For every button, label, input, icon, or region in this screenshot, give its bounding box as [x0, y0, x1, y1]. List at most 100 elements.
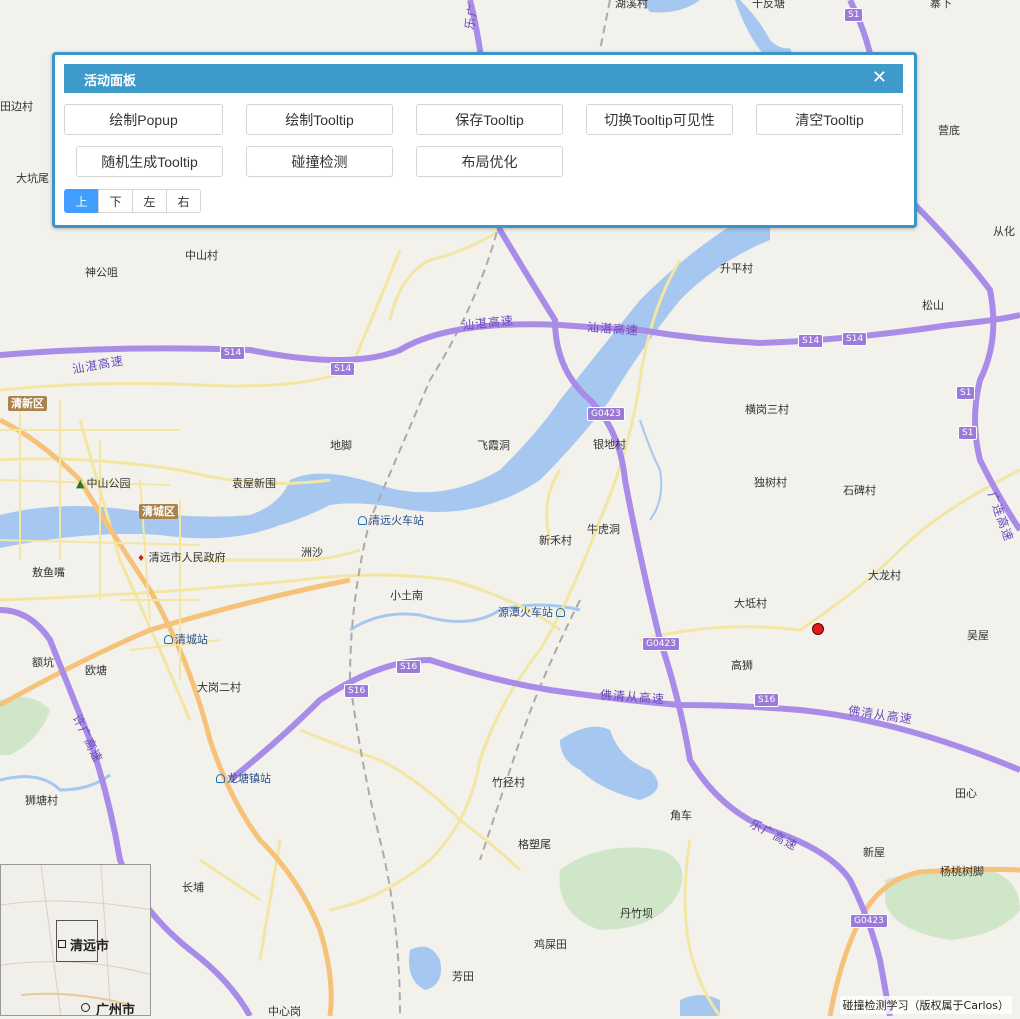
random-tooltip-button[interactable]: 随机生成Tooltip: [76, 146, 223, 177]
place-label: 长埔: [182, 881, 204, 894]
place-label: 地脚: [330, 439, 352, 452]
toggle-tooltip-visibility-button[interactable]: 切换Tooltip可见性: [586, 104, 733, 135]
place-label: 神公咀: [85, 266, 118, 279]
place-label: 吴屋: [967, 629, 989, 642]
green-area: [0, 696, 50, 755]
overview-city-name: 清远市: [70, 939, 110, 954]
green-area: [885, 868, 1020, 940]
collision-detect-button[interactable]: 碰撞检测: [246, 146, 393, 177]
river: [0, 210, 770, 548]
activity-panel: 活动面板 ✕ 绘制Popup 绘制Tooltip 保存Tooltip 切换Too…: [52, 52, 917, 228]
park-label: ▲ 中山公园: [76, 477, 130, 491]
direction-toggle-group: 上 下 左 右: [64, 189, 201, 213]
place-label: 田边村: [0, 100, 33, 113]
river: [640, 0, 700, 13]
place-label: 横岗三村: [745, 403, 789, 416]
station-label: 清远火车站: [358, 514, 424, 528]
place-label: 角车: [670, 809, 692, 822]
road-shield: S14: [220, 346, 246, 360]
panel-header: 活动面板 ✕: [64, 64, 903, 93]
place-label: 欧塘: [85, 664, 107, 677]
train-station-icon: [556, 608, 565, 617]
tree-icon: ▲: [76, 477, 85, 490]
place-label-text: 清远市人民政府: [148, 551, 226, 564]
station-label: 龙塘镇站: [216, 772, 271, 786]
place-label: 独树村: [754, 476, 787, 489]
road-shield: S1: [844, 8, 864, 22]
district-badge: 清城区: [139, 504, 178, 519]
place-label: 小土南: [390, 589, 423, 602]
place-label: 大岗二村: [197, 681, 241, 694]
place-label: 从化: [993, 225, 1015, 238]
draw-tooltip-button[interactable]: 绘制Tooltip: [246, 104, 393, 135]
place-label: 寨下: [930, 0, 952, 10]
place-label: 大龙村: [868, 569, 901, 582]
place-label: 鸡屎田: [534, 938, 567, 951]
place-label: 升平村: [720, 262, 753, 275]
direction-left-button[interactable]: 左: [132, 189, 167, 213]
place-label: ♦ 清远市人民政府: [137, 551, 226, 564]
place-label: 敖鱼嘴: [32, 566, 65, 579]
station-name: 清城站: [175, 633, 208, 646]
panel-title: 活动面板: [84, 74, 137, 89]
clear-tooltip-button[interactable]: 清空Tooltip: [756, 104, 903, 135]
place-label: 大坑尾: [16, 172, 49, 185]
park-name: 中山公园: [86, 477, 131, 490]
overview-city-label: 广州市: [81, 999, 136, 1016]
place-label: 芳田: [452, 970, 474, 983]
place-label: 湖溪村: [615, 0, 648, 10]
station-label: 源潭火车站: [498, 606, 567, 620]
direction-up-button[interactable]: 上: [64, 189, 99, 213]
road-shield: G0423: [587, 407, 625, 421]
location-marker[interactable]: [812, 623, 824, 635]
road-shield: S14: [842, 332, 868, 346]
place-label: 丹竹坝: [620, 907, 653, 920]
city-square-icon: [58, 940, 66, 948]
place-label: 松山: [922, 299, 944, 312]
place-label: 营底: [938, 124, 960, 137]
draw-popup-button[interactable]: 绘制Popup: [64, 104, 223, 135]
close-icon[interactable]: ✕: [872, 67, 887, 88]
place-label: 银地村: [593, 438, 626, 451]
overview-city-name: 广州市: [96, 1003, 136, 1016]
overview-city-label: 清远市: [58, 935, 109, 954]
place-label: 高狮: [731, 659, 753, 672]
train-station-icon: [216, 774, 225, 783]
road-shield: S1: [958, 426, 978, 440]
road-shield: S14: [798, 334, 824, 348]
train-station-icon: [164, 635, 173, 644]
place-label: 十反塘: [752, 0, 785, 10]
lake: [409, 946, 441, 990]
place-label: 新禾村: [539, 534, 572, 547]
place-label: 田心: [955, 787, 977, 800]
road-shield: S16: [754, 693, 780, 707]
direction-down-button[interactable]: 下: [98, 189, 133, 213]
place-label: 飞霞洞: [477, 439, 510, 452]
lake: [560, 726, 658, 800]
station-name: 龙塘镇站: [227, 772, 271, 785]
save-tooltip-button[interactable]: 保存Tooltip: [416, 104, 563, 135]
place-label: 石碑村: [843, 484, 876, 497]
place-label: 杨桃树脚: [940, 865, 984, 878]
district-badge: 清新区: [8, 396, 47, 411]
train-station-icon: [358, 516, 367, 525]
road-shield: S16: [344, 684, 370, 698]
road-shield: S1: [956, 386, 976, 400]
place-label: 竹径村: [492, 776, 525, 789]
place-label: 洲沙: [301, 546, 323, 559]
place-label: 牛虎洞: [587, 523, 620, 536]
place-label: 中山村: [185, 249, 218, 262]
road-shield: G0423: [850, 914, 888, 928]
layout-optimize-button[interactable]: 布局优化: [416, 146, 563, 177]
place-label: 狮塘村: [25, 794, 58, 807]
road-shield: S14: [330, 362, 356, 376]
station-name: 源潭火车站: [498, 606, 553, 619]
road-shield: S16: [396, 660, 422, 674]
overview-minimap[interactable]: 清远市 广州市: [0, 864, 151, 1016]
road-shield: G0423: [642, 637, 680, 651]
station-label: 清城站: [164, 633, 208, 647]
road-name: 汕湛高速: [586, 320, 640, 338]
place-label: 额坑: [32, 656, 54, 669]
place-label: 袁屋新围: [232, 477, 276, 490]
direction-right-button[interactable]: 右: [166, 189, 201, 213]
